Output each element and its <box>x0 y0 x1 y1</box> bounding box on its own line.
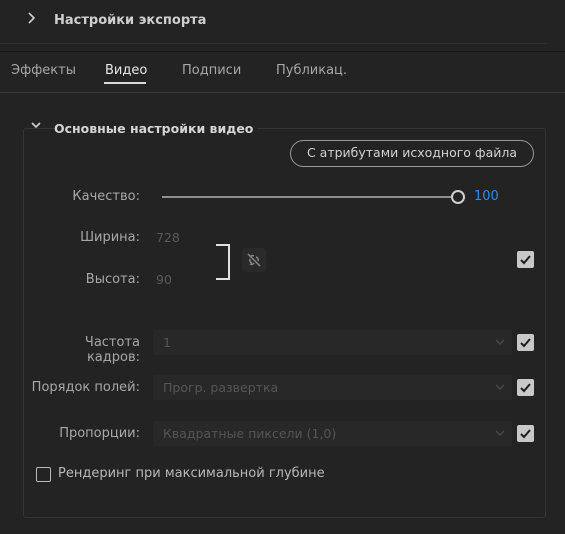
width-label: Ширина: <box>80 230 140 245</box>
field-order-checkbox[interactable] <box>517 379 534 396</box>
aspect-label: Пропорции: <box>59 426 140 441</box>
unlink-icon[interactable] <box>242 248 266 272</box>
match-source-button[interactable]: С атрибутами исходного файла <box>290 140 534 167</box>
frame-rate-value: 1 <box>163 335 171 350</box>
dimensions-checkbox[interactable] <box>517 251 534 268</box>
checkmark-icon <box>520 429 531 439</box>
header-divider <box>0 43 547 44</box>
aspect-value: Квадратные пиксели (1,0) <box>163 426 337 441</box>
width-value[interactable]: 728 <box>156 230 180 245</box>
tab-effects[interactable]: Эффекты <box>11 63 76 78</box>
section-title[interactable]: Основные настройки видео <box>54 121 258 136</box>
chevron-down-icon <box>495 430 505 436</box>
checkmark-icon <box>520 338 531 348</box>
dimension-link-bracket <box>216 244 230 280</box>
tab-video-underline <box>104 82 146 84</box>
aspect-checkbox[interactable] <box>517 425 534 442</box>
quality-slider-track[interactable] <box>162 196 452 198</box>
tab-publish[interactable]: Публикац. <box>276 63 347 78</box>
checkmark-icon <box>520 383 531 393</box>
quality-value[interactable]: 100 <box>474 189 499 204</box>
max-depth-checkbox[interactable] <box>36 467 51 482</box>
max-depth-label[interactable]: Рендеринг при максимальной глубине <box>58 466 325 481</box>
checkmark-icon <box>520 255 531 265</box>
frame-rate-checkbox[interactable] <box>517 334 534 351</box>
tab-bar: Эффекты Видео Подписи Публикац. <box>0 53 565 93</box>
frame-rate-label: Частота кадров: <box>84 335 140 365</box>
field-order-dropdown[interactable]: Прогр. развертка <box>153 375 512 400</box>
height-value[interactable]: 90 <box>156 272 172 287</box>
quality-label: Качество: <box>72 189 140 204</box>
aspect-dropdown[interactable]: Квадратные пиксели (1,0) <box>153 421 512 446</box>
field-order-label: Порядок полей: <box>31 380 140 395</box>
chevron-down-icon <box>495 384 505 390</box>
frame-rate-dropdown[interactable]: 1 <box>153 330 512 355</box>
tab-video[interactable]: Видео <box>105 63 147 78</box>
basic-video-settings-panel <box>23 128 546 518</box>
field-order-value: Прогр. развертка <box>163 380 279 395</box>
export-settings-title: Настройки экспорта <box>54 13 207 28</box>
quality-slider-thumb[interactable] <box>451 190 465 204</box>
tab-captions[interactable]: Подписи <box>182 63 241 78</box>
chevron-down-icon[interactable] <box>30 120 42 133</box>
chevron-right-icon[interactable] <box>27 11 41 29</box>
height-label: Высота: <box>85 272 140 287</box>
export-settings-header[interactable]: Настройки экспорта <box>0 0 565 52</box>
chevron-down-icon <box>495 339 505 345</box>
